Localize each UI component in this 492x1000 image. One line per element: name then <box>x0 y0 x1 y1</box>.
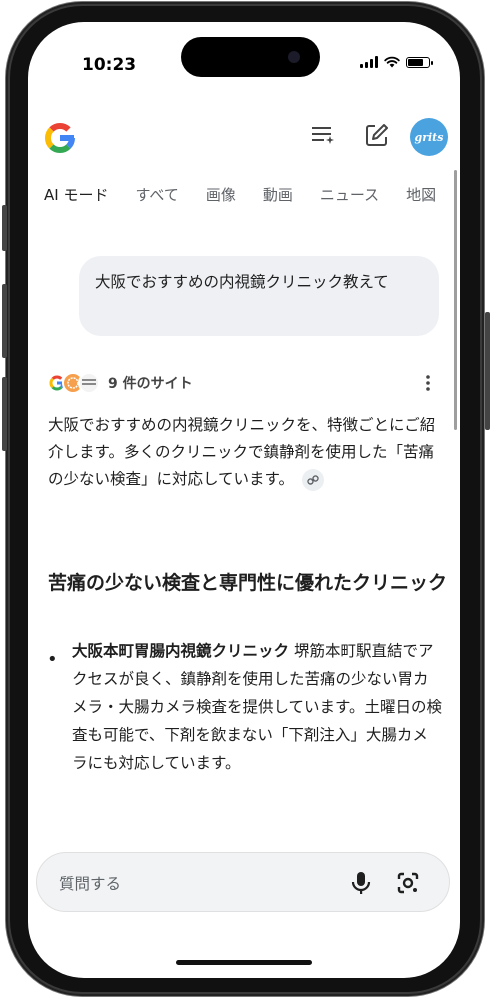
answer-intro: 大阪でおすすめの内視鏡クリニックを、特徴ごとにご紹介します。多くのクリニックで鎮… <box>48 412 440 493</box>
wifi-icon <box>384 56 400 68</box>
link-icon <box>307 474 319 485</box>
user-query-bubble: 大阪でおすすめの内視鏡クリニック教えて <box>79 256 439 336</box>
clinic-description: 堺筋本町駅直結でアクセスが良く、鎮静剤を使用した苦痛の少ない胃カメラ・大腸カメラ… <box>72 642 442 772</box>
bullet-dot: • <box>47 649 58 670</box>
clinic-name: 大阪本町胃腸内視鏡クリニック <box>72 642 290 660</box>
status-time: 10:23 <box>82 55 137 75</box>
google-lens-icon[interactable] <box>395 870 421 896</box>
phone-screen: 10:23 grits AI モード すべて 画像 動画 ニュース 地図 大阪で… <box>28 22 460 978</box>
tab-maps[interactable]: 地図 <box>406 184 436 205</box>
section-title: 苦痛の少ない検査と専門性に優れたクリニック <box>48 572 448 594</box>
list-item: 大阪本町胃腸内視鏡クリニック 堺筋本町駅直結でアクセスが良く、鎮静剤を使用した苦… <box>72 637 442 777</box>
microphone-icon[interactable] <box>349 870 373 896</box>
ask-input-bar[interactable]: 質問する <box>36 852 450 912</box>
new-chat-icon[interactable] <box>364 122 390 148</box>
tab-videos[interactable]: 動画 <box>263 184 293 205</box>
tab-news[interactable]: ニュース <box>320 184 379 205</box>
sources-count: 9 件のサイト <box>108 376 193 392</box>
power-button <box>485 312 490 430</box>
battery-level <box>408 58 423 66</box>
status-icons <box>360 56 433 68</box>
dynamic-island <box>181 37 320 77</box>
tab-all[interactable]: すべて <box>135 184 178 205</box>
tab-ai-mode[interactable]: AI モード <box>44 184 108 205</box>
more-options-icon[interactable] <box>424 374 432 392</box>
account-avatar[interactable]: grits <box>410 118 448 156</box>
battery-icon <box>406 56 433 68</box>
cellular-signal-icon <box>360 56 378 68</box>
ask-input-placeholder[interactable]: 質問する <box>59 872 121 894</box>
scrollbar[interactable] <box>454 170 457 430</box>
home-indicator[interactable] <box>176 960 312 965</box>
sources-row[interactable]: 9 件のサイト <box>46 372 193 394</box>
tab-images[interactable]: 画像 <box>206 184 236 205</box>
doctor-source-icon <box>78 372 100 394</box>
avatar-text: grits <box>414 130 444 144</box>
volume-up-button <box>2 284 7 358</box>
volume-down-button <box>2 377 7 451</box>
google-logo-icon[interactable] <box>42 120 78 156</box>
answer-intro-text: 大阪でおすすめの内視鏡クリニックを、特徴ごとにご紹介します。多くのクリニックで鎮… <box>48 416 436 488</box>
search-tabs: AI モード すべて 画像 動画 ニュース 地図 <box>44 184 460 205</box>
action-button <box>2 205 7 251</box>
history-icon[interactable] <box>310 122 336 148</box>
citation-link-button[interactable] <box>302 468 324 491</box>
